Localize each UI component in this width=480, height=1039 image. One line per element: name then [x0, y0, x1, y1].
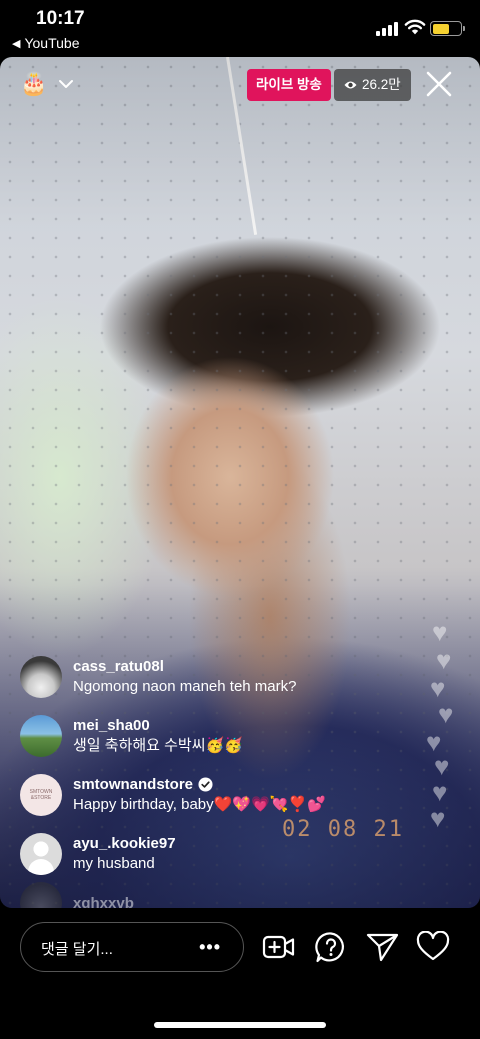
viewer-count-badge[interactable]: 26.2만 [334, 69, 411, 101]
comment-item: SMTOWN &STORE smtownandstore Happy birth… [20, 765, 410, 824]
comment-placeholder: 댓글 달기... [41, 941, 113, 958]
comment-item: xghxxvb [20, 882, 410, 909]
home-indicator[interactable] [154, 1022, 326, 1028]
verified-badge-icon [198, 776, 213, 792]
back-to-app-link[interactable]: ◀ YouTube [12, 35, 79, 51]
avatar[interactable] [20, 714, 62, 757]
top-left-controls: 🎂 [20, 71, 74, 97]
comment-username[interactable]: cass_ratu08l [73, 657, 296, 676]
comment-text: Ngomong naon maneh teh mark? [73, 677, 297, 695]
live-badge: 라이브 방송 [247, 69, 331, 101]
heart-icon: ♥ [436, 645, 452, 675]
close-icon[interactable] [425, 70, 453, 98]
clock-time: 10:17 [36, 8, 85, 29]
comment-text: my husband [73, 854, 155, 872]
comment-username[interactable]: smtownandstore [73, 775, 193, 794]
heart-icon: ♥ [430, 803, 446, 833]
comment-text: 생일 축하해요 수박씨🥳🥳 [73, 736, 243, 754]
comment-text: Happy birthday, baby❤️💖💗💘❣️💕 [73, 795, 326, 813]
more-options-icon[interactable]: ••• [199, 937, 221, 958]
comment-feed: cass_ratu08l Ngomong naon maneh teh mark… [20, 647, 410, 908]
question-icon[interactable] [314, 931, 348, 963]
status-bar: 10:17 ◀ YouTube [0, 0, 480, 56]
eye-icon [344, 81, 357, 89]
cellular-signal-icon [376, 22, 398, 36]
comment-item: ayu_.kookie97 my husband [20, 824, 410, 883]
cake-icon: 🎂 [20, 71, 48, 96]
comment-username[interactable]: mei_sha00 [73, 716, 243, 735]
comment-username[interactable]: xghxxvb [73, 894, 134, 909]
back-app-label: YouTube [24, 35, 80, 51]
add-video-icon[interactable] [262, 931, 296, 963]
comment-username-row: smtownandstore [73, 775, 326, 794]
comment-input[interactable]: 댓글 달기... ••• [20, 922, 244, 972]
heart-icon: ♥ [438, 699, 454, 729]
floating-hearts: ♥ ♥ ♥ ♥ ♥ ♥ ♥ ♥ [424, 617, 474, 837]
avatar[interactable]: SMTOWN &STORE [20, 773, 62, 816]
avatar[interactable] [20, 832, 62, 875]
comment-item: cass_ratu08l Ngomong naon maneh teh mark… [20, 647, 410, 706]
battery-icon [430, 21, 465, 36]
avatar[interactable] [20, 882, 62, 908]
send-icon[interactable] [366, 931, 400, 963]
heart-icon: ♥ [432, 617, 448, 647]
heart-icon[interactable] [416, 931, 450, 963]
live-video[interactable]: 🎂 라이브 방송 26.2만 02 08 21 ♥ ♥ ♥ ♥ ♥ ♥ ♥ ♥ … [0, 57, 480, 908]
comment-item: mei_sha00 생일 축하해요 수박씨🥳🥳 [20, 706, 410, 765]
avatar-logo-text: SMTOWN &STORE [29, 788, 53, 801]
comment-username[interactable]: ayu_.kookie97 [73, 834, 176, 853]
viewer-count: 26.2만 [362, 77, 401, 92]
back-arrow-icon: ◀ [12, 37, 21, 50]
wifi-icon [404, 19, 426, 35]
avatar[interactable] [20, 655, 62, 698]
chevron-down-icon[interactable] [59, 77, 74, 91]
